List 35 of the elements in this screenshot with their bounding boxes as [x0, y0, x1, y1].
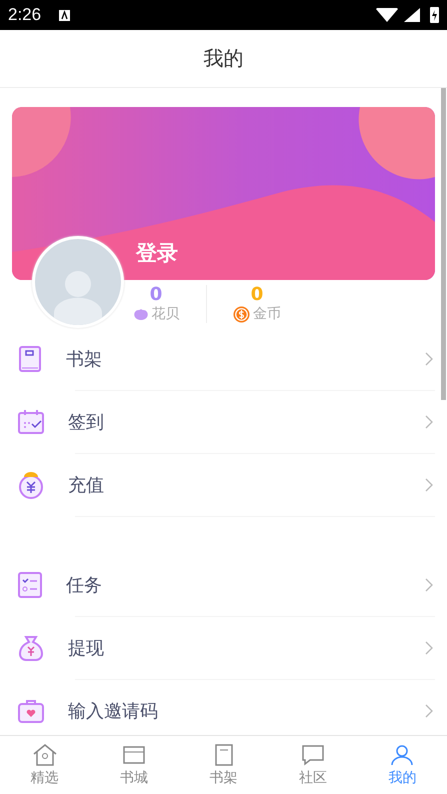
battery-icon	[430, 7, 439, 23]
yuan-coin-icon	[18, 471, 44, 499]
nav-tab[interactable]: 精选	[0, 736, 90, 794]
nav-tab[interactable]: 书架	[178, 736, 268, 794]
chat-icon	[300, 743, 326, 767]
menu-item[interactable]: 提现	[0, 617, 447, 679]
chevron-icon	[425, 478, 433, 492]
nav-tab[interactable]: 社区	[268, 736, 358, 794]
page-title: 我的	[204, 45, 244, 72]
menu-item[interactable]: 书架	[0, 328, 447, 390]
person-icon	[389, 743, 416, 767]
menu-item[interactable]: 签到	[0, 391, 447, 453]
stat-value: 0	[150, 284, 162, 305]
nav-tab[interactable]: 书城	[89, 736, 179, 794]
book-icon	[18, 346, 42, 372]
menu-item[interactable]: 任务	[0, 554, 447, 616]
dollar-coin-icon	[233, 306, 250, 322]
chevron-icon	[425, 641, 433, 655]
stat-label: 金币	[253, 305, 281, 323]
chevron-icon	[425, 352, 433, 366]
gift-box-icon	[18, 699, 44, 723]
wifi-icon	[376, 8, 398, 22]
chevron-icon	[425, 415, 433, 429]
money-bag-icon	[18, 634, 44, 662]
status-time: 2:26	[8, 5, 42, 25]
calendar-icon	[18, 410, 44, 434]
stat-value: 0	[250, 284, 264, 305]
chevron-icon	[425, 578, 433, 592]
stat-label: 花贝	[152, 305, 180, 323]
signal-icon	[404, 8, 420, 22]
chevron-icon	[425, 704, 433, 718]
checklist-icon	[18, 572, 42, 598]
home-icon	[32, 743, 58, 767]
menu-item[interactable]: 输入邀请码	[0, 680, 447, 735]
menu-item[interactable]: 充值	[0, 454, 447, 516]
